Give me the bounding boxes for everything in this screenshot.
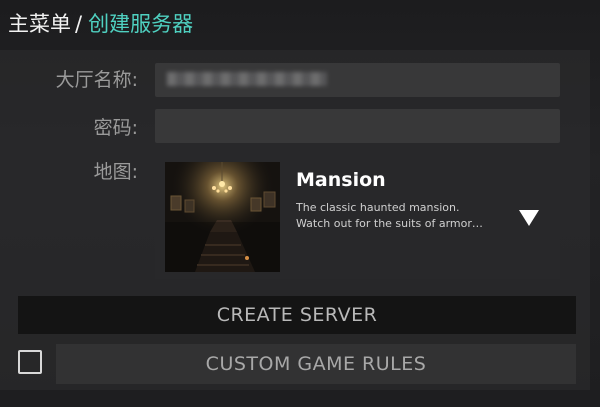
password-field[interactable] [155,109,560,143]
map-description-line-1: The classic haunted mansion. [296,201,460,214]
redacted-lobby-name [167,72,327,86]
password-label: 密码: [93,117,138,139]
map-label: 地图: [93,161,138,183]
lobby-name-field[interactable] [155,63,560,97]
custom-game-rules-button[interactable]: CUSTOM GAME RULES [56,344,576,384]
create-server-panel: 大厅名称: 密码: 地图: Mansion The classic haunte… [0,50,590,390]
create-server-button[interactable]: CREATE SERVER [18,296,576,334]
create-server-screen: 主菜单 / 创建服务器 大厅名称: 密码: 地图: Mansion The cl… [0,0,600,407]
triangle-down-icon[interactable] [519,210,539,226]
breadcrumb-main-menu[interactable]: 主菜单 [8,12,71,36]
lobby-name-label: 大厅名称: [55,69,138,91]
password-input[interactable] [155,109,560,143]
map-description-line-2: Watch out for the suits of armor… [296,217,483,230]
custom-rules-checkbox[interactable] [18,350,42,374]
breadcrumb-separator: / [75,12,83,36]
map-description: The classic haunted mansion. Watch out f… [296,200,508,232]
map-name: Mansion [296,169,386,191]
haunted-mansion-hall-image [165,162,280,272]
breadcrumb-current-page: 创建服务器 [88,12,194,36]
breadcrumb: 主菜单 / 创建服务器 [8,9,193,39]
map-selector[interactable]: Mansion The classic haunted mansion. Wat… [155,154,560,279]
